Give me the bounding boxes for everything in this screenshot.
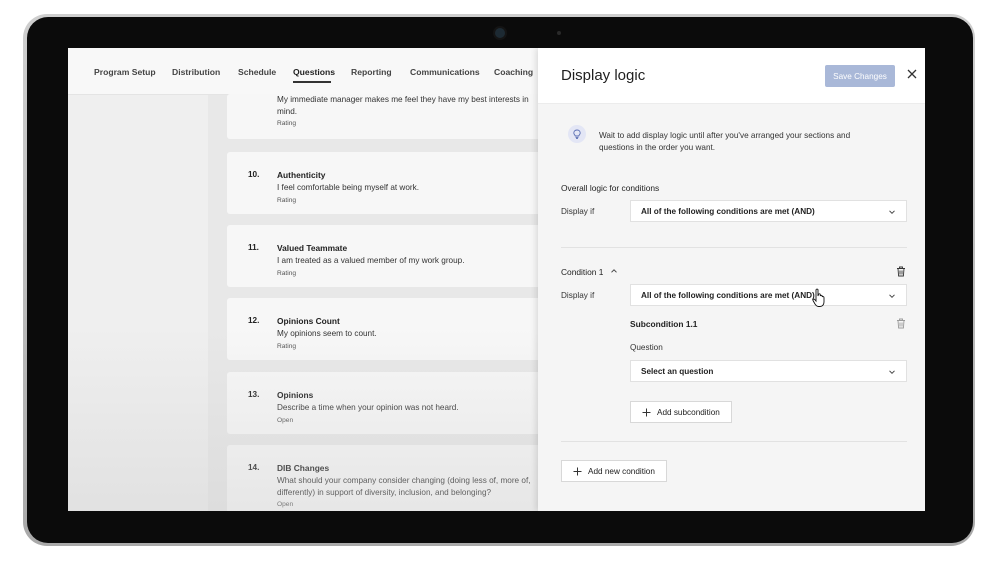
overall-logic-dropdown[interactable]: All of the following conditions are met … xyxy=(630,200,907,222)
question-number: 11. xyxy=(248,243,259,252)
question-title: Valued Teammate xyxy=(277,243,348,253)
chevron-down-icon xyxy=(889,294,895,299)
overall-logic-label: Overall logic for conditions xyxy=(561,183,660,193)
add-subcondition-button[interactable]: Add subcondition xyxy=(630,401,732,423)
delete-condition-icon[interactable] xyxy=(896,266,906,277)
tab-coaching[interactable]: Coaching xyxy=(494,67,533,77)
panel-header: Display logic Save Changes xyxy=(538,48,925,104)
condition-label[interactable]: Condition 1 xyxy=(561,267,618,277)
question-number: 13. xyxy=(248,390,260,399)
question-text: My opinions seem to count. Rating xyxy=(277,328,542,352)
tab-communications[interactable]: Communications xyxy=(410,67,480,77)
question-number: 14. xyxy=(248,463,260,472)
delete-subcondition-icon[interactable] xyxy=(896,318,906,329)
save-changes-button[interactable]: Save Changes xyxy=(825,65,895,87)
question-type: Rating xyxy=(277,269,297,277)
add-new-condition-button[interactable]: Add new condition xyxy=(561,460,667,482)
chevron-down-icon xyxy=(889,370,895,375)
question-card[interactable]: 14. DIB Changes What should your company… xyxy=(227,445,547,511)
question-card[interactable]: 12. Opinions Count My opinions seem to c… xyxy=(227,298,547,360)
question-card[interactable]: My immediate manager makes me feel they … xyxy=(227,94,547,139)
chevron-up-icon[interactable] xyxy=(610,267,618,275)
chevron-down-icon xyxy=(889,210,895,215)
display-if-label: Display if xyxy=(561,291,595,300)
question-card[interactable]: 13. Opinions Describe a time when your o… xyxy=(227,372,547,434)
question-dropdown[interactable]: Select an question xyxy=(630,360,907,382)
tab-distribution[interactable]: Distribution xyxy=(172,67,220,77)
question-number: 10. xyxy=(248,170,260,179)
panel-title: Display logic xyxy=(561,67,646,84)
question-title: Opinions Count xyxy=(277,316,340,326)
question-text: I am treated as a valued member of my wo… xyxy=(277,255,542,279)
question-title: Authenticity xyxy=(277,170,326,180)
survey-editor: Program Setup Distribution Schedule Ques… xyxy=(68,48,547,511)
screen: Program Setup Distribution Schedule Ques… xyxy=(68,48,925,511)
question-type: Open xyxy=(277,416,294,424)
condition-logic-dropdown[interactable]: All of the following conditions are met … xyxy=(630,284,907,306)
question-card[interactable]: 11. Valued Teammate I am treated as a va… xyxy=(227,225,547,287)
tab-program-setup[interactable]: Program Setup xyxy=(94,67,156,77)
display-if-label: Display if xyxy=(561,207,595,216)
tab-reporting[interactable]: Reporting xyxy=(351,67,392,77)
active-tab-indicator xyxy=(293,81,331,83)
question-label: Question xyxy=(630,343,663,352)
close-icon[interactable] xyxy=(906,68,918,80)
divider xyxy=(561,441,907,442)
question-text: What should your company consider changi… xyxy=(277,475,542,511)
question-type: Rating xyxy=(277,120,297,127)
question-card[interactable]: 10. Authenticity I feel comfortable bein… xyxy=(227,152,547,214)
tab-schedule[interactable]: Schedule xyxy=(238,67,276,77)
left-pane xyxy=(68,94,208,511)
plus-icon xyxy=(573,467,582,475)
question-number: 12. xyxy=(248,316,260,325)
hand-cursor-icon xyxy=(812,288,825,307)
question-title: Opinions xyxy=(277,390,314,400)
question-title: DIB Changes xyxy=(277,463,330,473)
plus-icon xyxy=(642,408,651,416)
question-text: I feel comfortable being myself at work.… xyxy=(277,182,542,206)
lightbulb-icon xyxy=(568,125,586,143)
question-type: Open xyxy=(277,501,294,508)
subcondition-label: Subcondition 1.1 xyxy=(630,319,698,329)
question-text: My immediate manager makes me feel they … xyxy=(277,94,542,130)
tab-questions[interactable]: Questions xyxy=(293,67,335,77)
divider xyxy=(561,247,907,248)
info-message: Wait to add display logic until after yo… xyxy=(599,131,851,152)
question-type: Rating xyxy=(277,196,297,204)
question-type: Rating xyxy=(277,342,297,350)
sensor-icon xyxy=(557,31,561,35)
question-text: Describe a time when your opinion was no… xyxy=(277,402,542,426)
display-logic-panel: Display logic Save Changes Wait to add d… xyxy=(538,48,925,511)
top-navigation: Program Setup Distribution Schedule Ques… xyxy=(68,48,538,95)
camera-icon xyxy=(495,28,505,38)
